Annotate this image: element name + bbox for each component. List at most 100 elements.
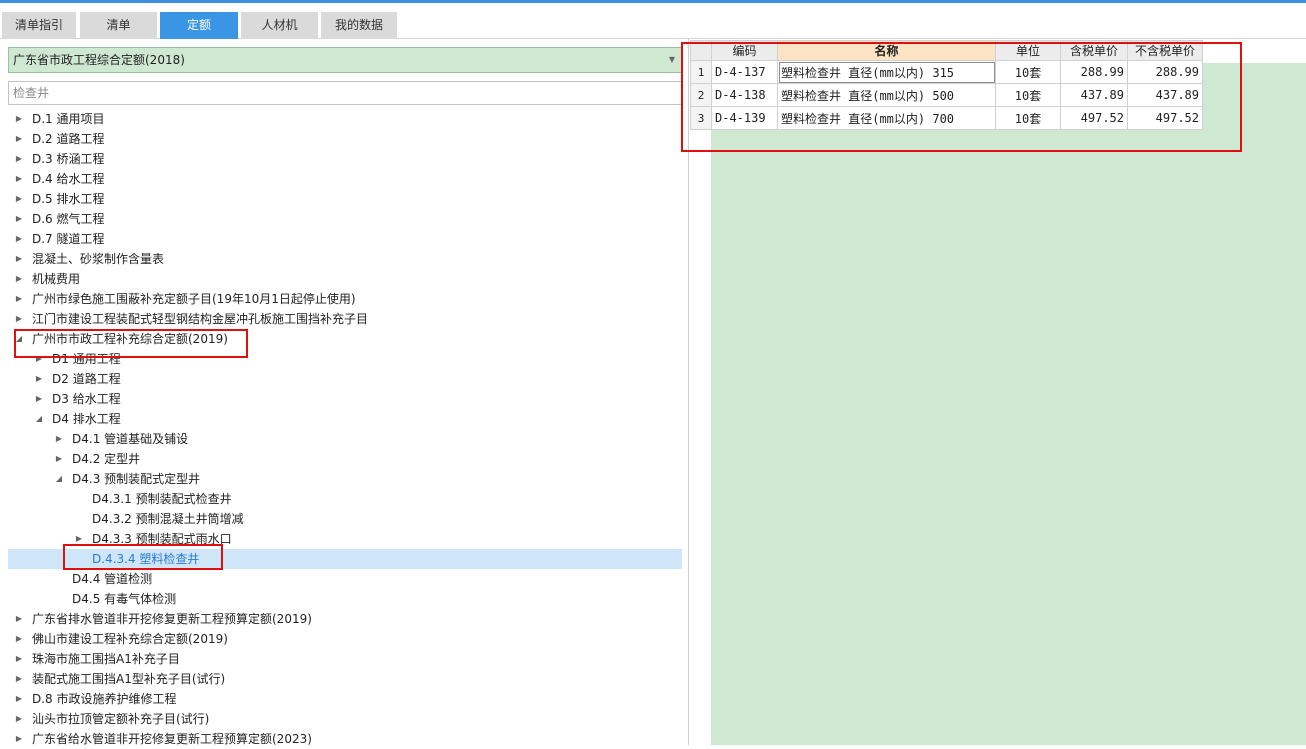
unit-cell[interactable]: 10套 — [995, 60, 1061, 84]
tree-node[interactable]: ◢ D4.3 预制装配式定型井 — [8, 469, 682, 489]
collapsed-triangle-icon[interactable]: ▶ — [14, 109, 24, 129]
unit-cell[interactable]: 10套 — [995, 106, 1061, 130]
collapsed-triangle-icon[interactable]: ▶ — [54, 429, 64, 449]
tab-labor-material-machine[interactable]: 人材机 — [241, 12, 318, 39]
col-header-tax-price[interactable]: 含税单价 — [1060, 40, 1128, 61]
tab-my-data[interactable]: 我的数据 — [321, 12, 397, 39]
collapsed-triangle-icon[interactable]: ▶ — [14, 189, 24, 209]
tree-node[interactable]: D4.3.2 预制混凝土井筒增减 — [8, 509, 682, 529]
code-cell[interactable]: D-4-139 — [711, 106, 778, 130]
expanded-triangle-icon[interactable]: ◢ — [34, 409, 44, 429]
tree-node[interactable]: ▶ D.7 隧道工程 — [8, 229, 682, 249]
collapsed-triangle-icon[interactable]: ▶ — [34, 369, 44, 389]
tax-price-cell[interactable]: 437.89 — [1060, 83, 1128, 107]
tab-list-guide[interactable]: 清单指引 — [2, 12, 76, 39]
tree-node[interactable]: ▶ 广州市绿色施工围蔽补充定额子目(19年10月1日起停止使用) — [8, 289, 682, 309]
collapsed-triangle-icon[interactable]: ▶ — [14, 609, 24, 629]
notax-price-cell[interactable]: 437.89 — [1127, 83, 1203, 107]
tree-node[interactable]: ▶ 机械费用 — [8, 269, 682, 289]
tree-node[interactable]: ▶ 广东省排水管道非开挖修复更新工程预算定额(2019) — [8, 609, 682, 629]
collapsed-triangle-icon[interactable]: ▶ — [34, 349, 44, 369]
grid-row[interactable]: 3 D-4-139 塑料检查井 直径(mm以内) 700 10套 497.52 497.5… — [690, 106, 1203, 130]
tree-node[interactable]: ▶ D.1 通用项目 — [8, 109, 682, 129]
row-number-header — [690, 40, 712, 61]
grid-header-row: 编码 名称 单位 含税单价 不含税单价 — [690, 40, 1203, 61]
tree-node-label: 江门市建设工程装配式轻型钢结构金屋冲孔板施工围挡补充子目 — [32, 312, 369, 326]
tree-node[interactable]: D4.4 管道检测 — [8, 569, 682, 589]
tree-node[interactable]: ▶ 装配式施工围挡A1型补充子目(试行) — [8, 669, 682, 689]
name-cell[interactable]: 塑料检查井 直径(mm以内) 315 — [777, 60, 996, 84]
tree-node[interactable]: ▶ D1 通用工程 — [8, 349, 682, 369]
tree-node-label: 广东省排水管道非开挖修复更新工程预算定额(2019) — [32, 612, 312, 626]
quota-library-select[interactable]: 广东省市政工程综合定额(2018) ▼ — [8, 47, 682, 73]
tree-node[interactable]: ▶ 佛山市建设工程补充综合定额(2019) — [8, 629, 682, 649]
tab-list[interactable]: 清单 — [80, 12, 157, 39]
unit-cell[interactable]: 10套 — [995, 83, 1061, 107]
collapsed-triangle-icon[interactable]: ▶ — [14, 169, 24, 189]
tree-node[interactable]: ▶ D3 给水工程 — [8, 389, 682, 409]
collapsed-triangle-icon[interactable]: ▶ — [14, 649, 24, 669]
tree-node[interactable]: ◢ 广州市市政工程补充综合定额(2019) — [8, 329, 682, 349]
collapsed-triangle-icon[interactable]: ▶ — [34, 389, 44, 409]
collapsed-triangle-icon[interactable]: ▶ — [14, 689, 24, 709]
tree-node[interactable]: ▶ 广东省给水管道非开挖修复更新工程预算定额(2023) — [8, 729, 682, 749]
tab-quota[interactable]: 定额 — [160, 12, 238, 39]
collapsed-triangle-icon[interactable]: ▶ — [74, 529, 84, 549]
collapsed-triangle-icon[interactable]: ▶ — [14, 309, 24, 329]
collapsed-triangle-icon[interactable]: ▶ — [14, 289, 24, 309]
code-cell[interactable]: D-4-137 — [711, 60, 778, 84]
name-cell[interactable]: 塑料检查井 直径(mm以内) 700 — [777, 106, 996, 130]
notax-price-cell[interactable]: 497.52 — [1127, 106, 1203, 130]
tree-node[interactable]: ▶ 汕头市拉顶管定额补充子目(试行) — [8, 709, 682, 729]
tree-node[interactable]: ▶ D4.3.3 预制装配式雨水口 — [8, 529, 682, 549]
tree-node[interactable]: ▶ D.6 燃气工程 — [8, 209, 682, 229]
tree-node[interactable]: D.4.3.4 塑料检查井 — [8, 549, 682, 569]
code-cell[interactable]: D-4-138 — [711, 83, 778, 107]
tree-node[interactable]: ▶ D4.1 管道基础及铺设 — [8, 429, 682, 449]
collapsed-triangle-icon[interactable]: ▶ — [14, 729, 24, 749]
grid-row[interactable]: 2 D-4-138 塑料检查井 直径(mm以内) 500 10套 437.89 437.8… — [690, 83, 1203, 107]
row-number-cell[interactable]: 1 — [690, 60, 712, 84]
notax-price-cell[interactable]: 288.99 — [1127, 60, 1203, 84]
tree-node[interactable]: ▶ 珠海市施工围挡A1补充子目 — [8, 649, 682, 669]
row-number-cell[interactable]: 2 — [690, 83, 712, 107]
tree-node[interactable]: D4.3.1 预制装配式检查井 — [8, 489, 682, 509]
tree-node[interactable]: ▶ 江门市建设工程装配式轻型钢结构金屋冲孔板施工围挡补充子目 — [8, 309, 682, 329]
expanded-triangle-icon[interactable]: ◢ — [54, 469, 64, 489]
col-header-code[interactable]: 编码 — [711, 40, 778, 61]
tree-node-label: D4.3.2 预制混凝土井筒增减 — [92, 512, 244, 526]
collapsed-triangle-icon[interactable]: ▶ — [14, 269, 24, 289]
grid-row[interactable]: 1 D-4-137 塑料检查井 直径(mm以内) 315 10套 288.99 288.9… — [690, 60, 1203, 84]
tree-node[interactable]: ▶ D4.2 定型井 — [8, 449, 682, 469]
tree-node[interactable]: ◢ D4 排水工程 — [8, 409, 682, 429]
collapsed-triangle-icon[interactable]: ▶ — [14, 709, 24, 729]
tree-node[interactable]: ▶ D.3 桥涵工程 — [8, 149, 682, 169]
tax-price-cell[interactable]: 288.99 — [1060, 60, 1128, 84]
tree-node[interactable]: ▶ D.5 排水工程 — [8, 189, 682, 209]
tax-price-cell[interactable]: 497.52 — [1060, 106, 1128, 130]
name-cell[interactable]: 塑料检查井 直径(mm以内) 500 — [777, 83, 996, 107]
tree-node-label: D4.4 管道检测 — [72, 572, 153, 586]
tree-node-label: 装配式施工围挡A1型补充子目(试行) — [32, 672, 226, 686]
tree-node[interactable]: ▶ D.8 市政设施养护维修工程 — [8, 689, 682, 709]
col-header-name[interactable]: 名称 — [777, 40, 996, 61]
tree-node[interactable]: ▶ 混凝土、砂浆制作含量表 — [8, 249, 682, 269]
collapsed-triangle-icon[interactable]: ▶ — [14, 669, 24, 689]
expanded-triangle-icon[interactable]: ◢ — [14, 329, 24, 349]
tree-search-input[interactable] — [8, 81, 682, 105]
collapsed-triangle-icon[interactable]: ▶ — [14, 249, 24, 269]
tree-node[interactable]: ▶ D.4 给水工程 — [8, 169, 682, 189]
tree-node[interactable]: D4.5 有毒气体检测 — [8, 589, 682, 609]
collapsed-triangle-icon[interactable]: ▶ — [14, 229, 24, 249]
tree-node[interactable]: ▶ D.2 道路工程 — [8, 129, 682, 149]
col-header-unit[interactable]: 单位 — [995, 40, 1061, 61]
collapsed-triangle-icon[interactable]: ▶ — [54, 449, 64, 469]
row-number-cell[interactable]: 3 — [690, 106, 712, 130]
collapsed-triangle-icon[interactable]: ▶ — [14, 209, 24, 229]
collapsed-triangle-icon[interactable]: ▶ — [14, 149, 24, 169]
dropdown-arrow-icon[interactable]: ▼ — [669, 48, 675, 72]
tree-node[interactable]: ▶ D2 道路工程 — [8, 369, 682, 389]
collapsed-triangle-icon[interactable]: ▶ — [14, 629, 24, 649]
col-header-notax-price[interactable]: 不含税单价 — [1127, 40, 1203, 61]
collapsed-triangle-icon[interactable]: ▶ — [14, 129, 24, 149]
